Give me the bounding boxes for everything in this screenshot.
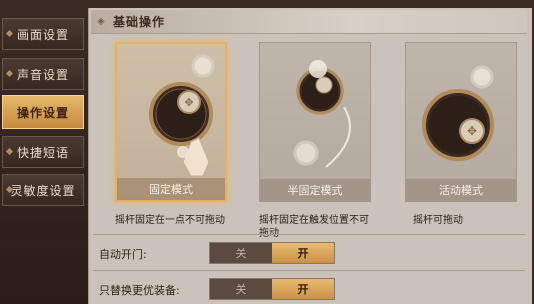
auto-door-label: 自动开门: (99, 248, 147, 261)
sidebar-item-controls[interactable]: 操作设置 (2, 95, 84, 129)
auto-door-toggle[interactable]: 关 开 (209, 242, 335, 264)
bullet-icon (5, 69, 14, 78)
svg-text:✥: ✥ (184, 96, 193, 109)
mode-label: 固定模式 (117, 178, 225, 200)
sidebar-item-display[interactable]: 画面设置 (2, 18, 84, 50)
mode-description: 摇杆可拖动 (413, 215, 463, 226)
mode-label: 活动模式 (406, 179, 516, 201)
settings-sidebar: 画面设置 声音设置 操作设置 快捷短语 灵敏度设置 (0, 0, 88, 304)
toggle-on-option[interactable]: 开 (272, 279, 334, 299)
replace-equipment-toggle[interactable]: 关 开 (209, 278, 335, 300)
sidebar-item-label: 灵敏度设置 (10, 183, 76, 198)
section-header: ◈ 基础操作 (91, 10, 527, 34)
sidebar-item-label: 画面设置 (16, 27, 69, 42)
mode-card-semi-fixed[interactable]: 半固定模式 (259, 42, 371, 202)
sidebar-item-label: 声音设置 (16, 67, 69, 82)
svg-text:✥: ✥ (467, 124, 477, 138)
joystick-free-icon: ✥ (422, 65, 494, 161)
section-title: 基础操作 (113, 15, 166, 29)
sidebar-item-sound[interactable]: 声音设置 (2, 58, 84, 90)
divider (93, 234, 525, 235)
ornament-icon: ◈ (97, 16, 105, 27)
sidebar-item-sensitivity[interactable]: 灵敏度设置 (2, 174, 84, 206)
toggle-off-option[interactable]: 关 (210, 279, 272, 299)
sidebar-item-label: 快捷短语 (16, 145, 69, 160)
sidebar-item-quick-phrases[interactable]: 快捷短语 (2, 136, 84, 168)
toggle-on-option[interactable]: 开 (272, 243, 334, 263)
mode-card-free[interactable]: ✥ 活动模式 (405, 42, 517, 202)
divider (93, 270, 525, 271)
sidebar-item-label: 操作设置 (16, 105, 69, 120)
mode-description: 摇杆固定在一点不可拖动 (115, 215, 225, 226)
bullet-icon (5, 147, 14, 156)
mode-label: 半固定模式 (260, 179, 370, 201)
controls-panel: ◈ 基础操作 ✥ 固定模式 半固定模式 ✥ 活动模式 摇杆固定在一点不可拖动 摇… (88, 8, 532, 304)
joystick-semi-fixed-icon (293, 60, 351, 168)
toggle-off-option[interactable]: 关 (210, 243, 272, 263)
bullet-icon (5, 29, 14, 38)
joystick-fixed-icon: ✥ (149, 54, 215, 177)
mode-card-fixed[interactable]: ✥ 固定模式 (115, 42, 227, 202)
replace-equipment-label: 只替换更优装备: (99, 284, 180, 297)
mode-description: 摇杆固定在触发位置不可拖动 (259, 215, 369, 239)
